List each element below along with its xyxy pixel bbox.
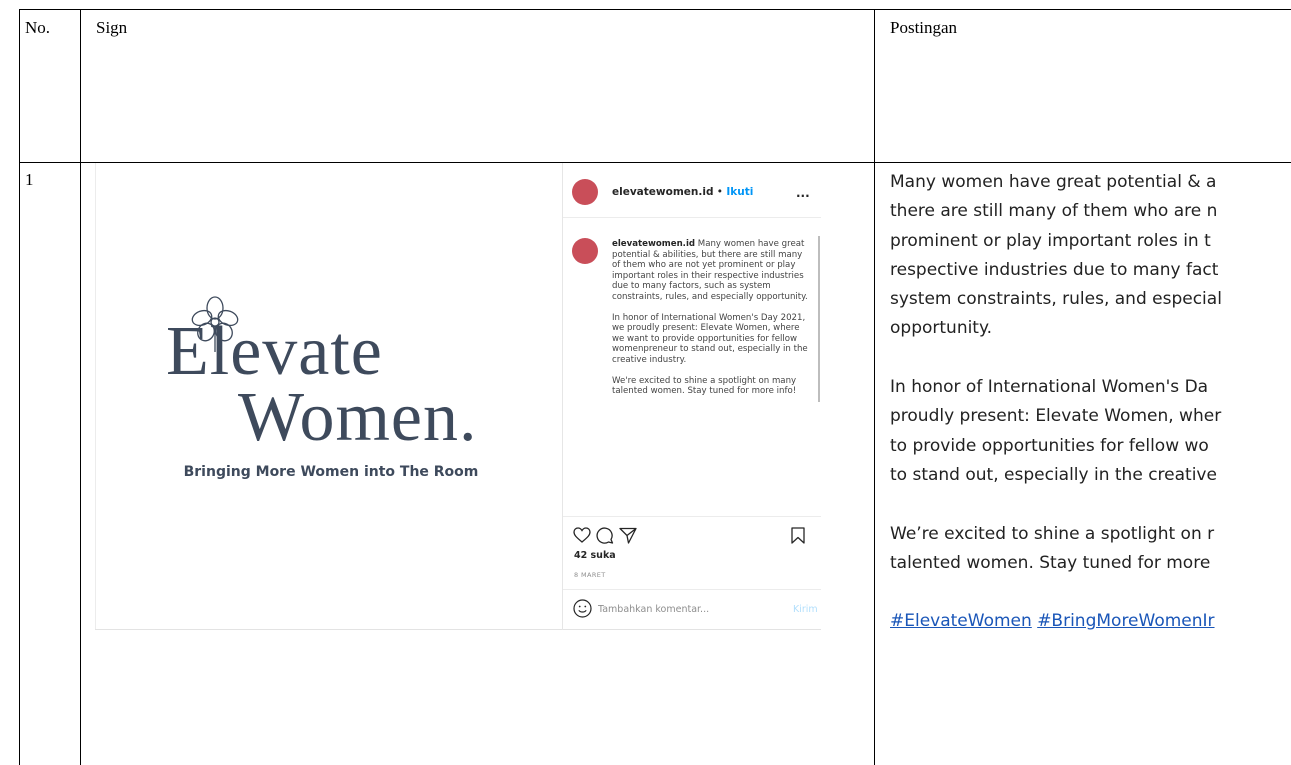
caption-scrollbar[interactable] xyxy=(818,236,820,402)
post-text: Many women have great potential & a ther… xyxy=(890,168,1291,666)
post-date: 8 MARET xyxy=(574,571,606,579)
more-options-icon[interactable]: ... xyxy=(796,186,810,200)
post-caption: elevatewomen.id Many women have great po… xyxy=(612,239,812,507)
image-caption-divider xyxy=(562,163,563,630)
author-separator: • xyxy=(713,186,727,198)
caption-divider xyxy=(563,516,821,517)
comment-icon[interactable] xyxy=(596,527,614,544)
comment-divider xyxy=(563,589,821,590)
post-author-line: elevatewomen.id • Ikuti xyxy=(612,186,753,198)
caption-avatar[interactable] xyxy=(572,238,598,264)
header-post: Postingan xyxy=(890,18,958,37)
bookmark-icon[interactable] xyxy=(791,527,805,544)
avatar[interactable] xyxy=(572,179,598,205)
caption-username[interactable]: elevatewomen.id xyxy=(612,239,695,249)
table-col-divider-1 xyxy=(80,9,81,765)
header-sign: Sign xyxy=(96,18,128,37)
post-paragraph-2: In honor of International Women's Da pro… xyxy=(890,377,1222,485)
table-left-border xyxy=(19,9,20,765)
share-icon[interactable] xyxy=(619,527,637,544)
table-col-divider-2 xyxy=(874,9,875,765)
table-top-border xyxy=(19,9,1291,10)
logo-line-women: Women. xyxy=(238,379,478,456)
header-no: No. xyxy=(25,18,51,37)
post-paragraph-1: Many women have great potential & a ther… xyxy=(890,172,1222,339)
row-number: 1 xyxy=(25,170,34,189)
caption-paragraph: We're excited to shine a spotlight on ma… xyxy=(612,375,797,397)
post-paragraph-3: We’re excited to shine a spotlight on r … xyxy=(890,523,1215,573)
screenshot-bottom-edge xyxy=(95,629,821,630)
emoji-icon[interactable] xyxy=(573,599,592,618)
post-hashtags: #ElevateWomen #BringMoreWomenIr xyxy=(890,607,1291,636)
hashtag-link[interactable]: #BringMoreWomenIr xyxy=(1037,611,1214,631)
caption-paragraph: elevatewomen.id Many women have great po… xyxy=(612,239,808,302)
header-divider xyxy=(563,217,821,218)
follow-button[interactable]: Ikuti xyxy=(726,186,753,198)
comment-input[interactable]: Tambahkan komentar... xyxy=(598,604,709,615)
post-author-username[interactable]: elevatewomen.id xyxy=(612,186,713,198)
hashtag-link[interactable]: #ElevateWomen xyxy=(890,611,1032,631)
likes-count[interactable]: 42 suka xyxy=(574,550,616,561)
send-comment-button[interactable]: Kirim xyxy=(793,604,818,615)
elevate-women-logo: Elevate Women. Bringing More Women into … xyxy=(96,290,562,490)
logo-tagline: Bringing More Women into The Room xyxy=(183,464,479,480)
heart-icon[interactable] xyxy=(573,527,591,543)
caption-paragraph: In honor of International Women's Day 20… xyxy=(612,312,808,365)
